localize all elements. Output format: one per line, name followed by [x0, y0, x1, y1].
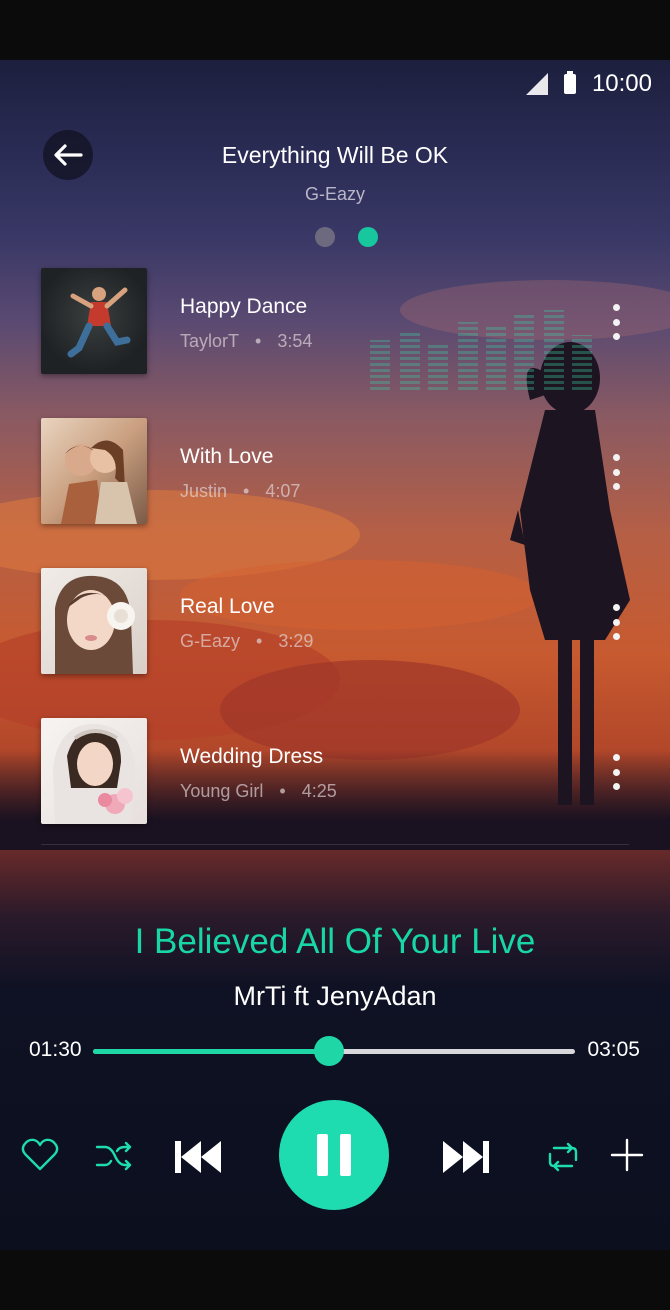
- album-cover: [41, 268, 147, 374]
- track-artist: G-Eazy: [180, 631, 241, 651]
- repeat-button[interactable]: [544, 1138, 582, 1176]
- track-item[interactable]: Happy Dance TaylorT • 3:54: [41, 268, 641, 374]
- track-meta: Young Girl • 4:25: [180, 781, 337, 802]
- track-title: Real Love: [180, 595, 275, 618]
- more-options-icon[interactable]: [611, 754, 621, 790]
- more-options-icon[interactable]: [611, 454, 621, 490]
- shuffle-button[interactable]: [94, 1136, 134, 1176]
- track-duration: 3:29: [278, 631, 314, 651]
- now-playing-artist: MrTi ft JenyAdan: [233, 981, 437, 1011]
- track-meta: G-Eazy • 3:29: [180, 631, 313, 652]
- separator-dot: •: [279, 781, 286, 801]
- player-screen: 10:00 Everything Will Be OK G-Eazy Happy…: [0, 60, 670, 1250]
- now-playing-title: I Believed All Of Your Live: [134, 922, 536, 961]
- next-icon: [443, 1141, 489, 1173]
- previous-button[interactable]: [172, 1138, 224, 1176]
- track-title: Happy Dance: [180, 295, 308, 318]
- track-title: With Love: [180, 445, 274, 468]
- pause-icon: [317, 1134, 351, 1176]
- add-icon: [610, 1138, 644, 1172]
- track-item[interactable]: With Love Justin • 4:07: [41, 418, 641, 524]
- track-duration: 3:54: [277, 331, 313, 351]
- album-cover: [41, 718, 147, 824]
- bride-image: [53, 723, 136, 824]
- pause-button[interactable]: [279, 1100, 389, 1210]
- previous-icon: [175, 1141, 221, 1173]
- track-artist: Justin: [180, 481, 228, 501]
- more-options-icon[interactable]: [611, 604, 621, 640]
- signal-icon: [525, 73, 548, 95]
- dancer-image: [67, 287, 131, 358]
- separator-dot: •: [256, 631, 263, 651]
- track-meta: TaylorT • 3:54: [180, 331, 312, 352]
- battery-icon: [563, 71, 576, 94]
- track-duration: 4:25: [301, 781, 337, 801]
- total-time: 03:05: [587, 1038, 640, 1061]
- page-indicator: [315, 227, 378, 247]
- navigation-bar: [0, 1250, 670, 1310]
- album-cover: [41, 418, 147, 524]
- track-artist: Young Girl: [180, 781, 264, 801]
- favorite-button[interactable]: [20, 1135, 60, 1175]
- progress-handle[interactable]: [314, 1036, 345, 1066]
- progress-bar[interactable]: [93, 1036, 575, 1066]
- page-dot[interactable]: [315, 227, 335, 247]
- woman-portrait-image: [55, 575, 135, 674]
- track-duration: 4:07: [265, 481, 301, 501]
- page-dot-active[interactable]: [358, 227, 378, 247]
- status-time: 10:00: [591, 70, 652, 97]
- track-item[interactable]: Real Love G-Eazy • 3:29: [41, 568, 641, 674]
- separator-dot: •: [255, 331, 262, 351]
- track-meta: Justin • 4:07: [180, 481, 300, 502]
- track-title: Wedding Dress: [180, 745, 324, 768]
- album-title: Everything Will Be OK: [221, 142, 449, 168]
- couple-image: [61, 440, 137, 524]
- track-item[interactable]: Wedding Dress Young Girl • 4:25: [41, 718, 641, 824]
- separator-dot: •: [243, 481, 250, 501]
- shuffle-icon: [95, 1141, 132, 1171]
- list-divider: [41, 844, 629, 845]
- more-options-icon[interactable]: [611, 304, 621, 340]
- current-time: 01:30: [29, 1038, 82, 1061]
- progress-fill: [93, 1049, 330, 1054]
- track-artist: TaylorT: [180, 331, 240, 351]
- repeat-icon: [548, 1142, 578, 1172]
- next-button[interactable]: [440, 1138, 492, 1176]
- album-artist: G-Eazy: [304, 184, 365, 204]
- album-cover: [41, 568, 147, 674]
- heart-icon: [21, 1138, 59, 1171]
- add-button[interactable]: [608, 1136, 646, 1174]
- status-bar: 10:00: [525, 60, 652, 108]
